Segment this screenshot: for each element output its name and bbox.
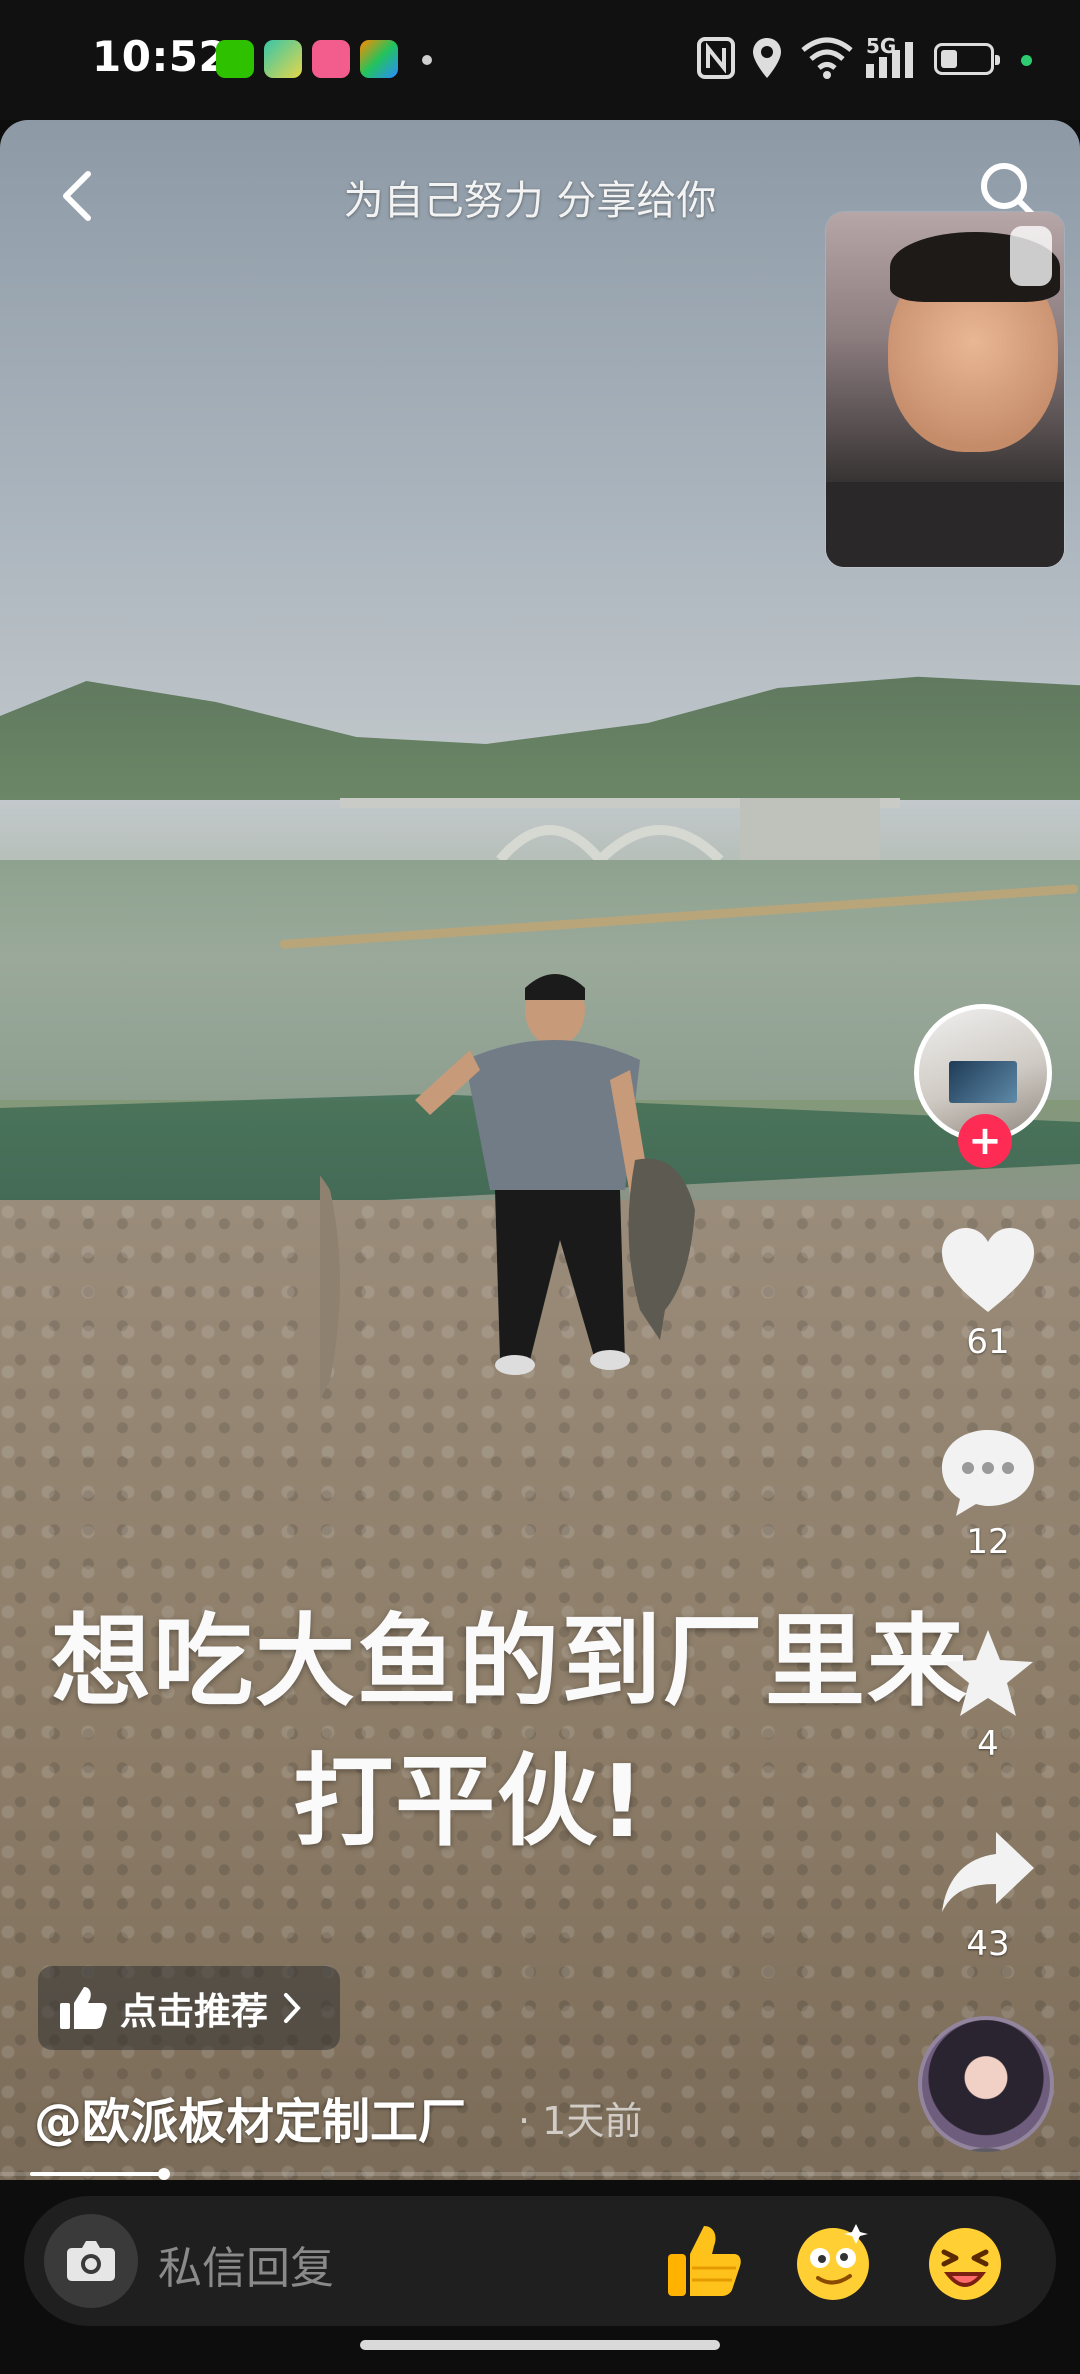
- share-arrow-icon: [942, 1832, 1034, 1912]
- like-button[interactable]: 61: [918, 1224, 1058, 1362]
- chevron-right-icon: [284, 1993, 301, 2023]
- nfc-icon: [697, 37, 735, 79]
- share-button[interactable]: 43: [918, 1826, 1058, 1964]
- star-icon: [943, 1630, 1033, 1716]
- follow-button[interactable]: +: [958, 1114, 1012, 1168]
- home-indicator[interactable]: [360, 2340, 720, 2350]
- recommend-button[interactable]: 点击推荐: [38, 1966, 340, 2050]
- network-app-icon: [264, 40, 302, 78]
- battery-icon: [934, 43, 1000, 75]
- author-handle[interactable]: @欧派板材定制工厂: [34, 2082, 466, 2152]
- camera-icon: [67, 2241, 115, 2281]
- privacy-indicator-icon: [1021, 55, 1032, 66]
- bilibili-icon: [312, 40, 350, 78]
- favorite-count: 4: [977, 1724, 999, 1764]
- wechat-icon: [216, 40, 254, 78]
- scene-hills: [0, 676, 1080, 800]
- search-icon[interactable]: [978, 160, 1038, 220]
- thumbs-up-icon: [60, 1987, 107, 2029]
- status-bar: 10:52 5G: [0, 0, 1080, 120]
- location-icon: [753, 38, 781, 78]
- heart-icon: [942, 1228, 1034, 1312]
- reply-input[interactable]: 私信回复: [158, 2232, 334, 2296]
- more-notifications-icon: [422, 55, 432, 65]
- thumbs-up-emoji-icon[interactable]: [658, 2218, 744, 2304]
- music-disc-icon[interactable]: [918, 2016, 1054, 2152]
- comment-icon: [942, 1430, 1034, 1516]
- status-time: 10:52: [92, 32, 229, 81]
- favorite-button[interactable]: 4: [918, 1626, 1058, 1764]
- post-time: · 1天前: [518, 2099, 643, 2143]
- comment-count: 12: [966, 1522, 1010, 1562]
- video-caption-line2: 打平伙!: [293, 1743, 647, 1860]
- like-count: 61: [966, 1322, 1010, 1362]
- video-caption-line1: 想吃大鱼的到厂里来: [51, 1603, 969, 1720]
- laughing-face-emoji-icon[interactable]: [922, 2218, 1008, 2304]
- wifi-icon: [801, 37, 853, 79]
- camera-button[interactable]: [44, 2214, 138, 2308]
- scene-man-with-fish: [320, 974, 695, 1400]
- recommend-label: 点击推荐: [120, 1990, 268, 2033]
- scene-bridge: [340, 798, 900, 860]
- floating-video-window[interactable]: [826, 212, 1064, 567]
- reply-bar: 私信回复: [24, 2196, 1056, 2326]
- dizzy-face-emoji-icon[interactable]: [790, 2218, 876, 2304]
- signal-icon: [866, 42, 913, 78]
- video-app-icon: [360, 40, 398, 78]
- switch-camera-icon[interactable]: [1010, 226, 1052, 286]
- progress-handle[interactable]: [158, 2168, 170, 2180]
- comment-button[interactable]: 12: [918, 1424, 1058, 1562]
- progress-fill: [30, 2172, 164, 2176]
- share-count: 43: [966, 1924, 1010, 1964]
